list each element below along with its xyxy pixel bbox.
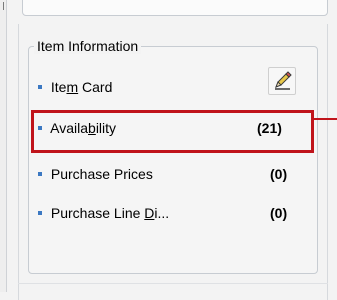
purchase-line-discounts-link[interactable]: Purchase Line Di... [38,203,169,223]
availability-link[interactable]: Availability [38,118,116,138]
bullet-icon [38,126,42,131]
purchase-line-discounts-label: Purchase Line Di... [50,205,170,221]
item-card-link[interactable]: Item Card [38,77,112,97]
bullet-icon [38,211,42,216]
purchase-prices-link[interactable]: Purchase Prices [38,164,153,184]
factbox-frame-left [18,24,19,300]
availability-label: Availability [50,120,117,136]
pane-edge-tick [3,2,4,10]
left-pane-edge [0,0,7,292]
purchase-line-discounts-count[interactable]: (0) [270,203,287,223]
factbox-frame-right [327,24,328,300]
bullet-icon [38,172,42,177]
purchase-prices-count[interactable]: (0) [270,164,287,184]
bullet-icon [38,85,42,90]
availability-count[interactable]: (21) [257,118,282,138]
factbox-bottom-edge [18,283,328,284]
pencil-icon [275,71,292,90]
edit-item-card-button[interactable] [268,67,296,95]
previous-panel-edge [22,0,328,16]
item-card-label: Item Card [50,79,113,95]
purchase-prices-label: Purchase Prices [50,166,153,182]
group-title: Item Information [34,38,142,54]
